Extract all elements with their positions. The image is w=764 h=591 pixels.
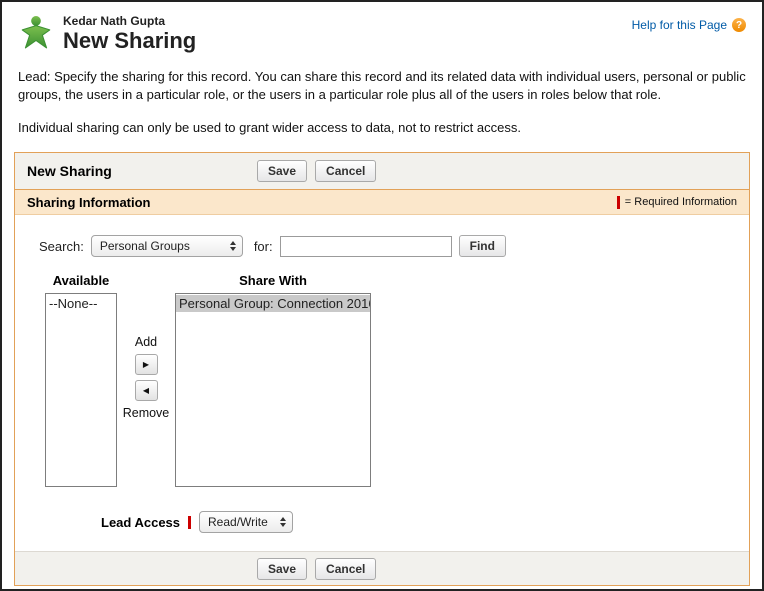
description-paragraph-1: Lead: Specify the sharing for this recor… <box>18 68 746 106</box>
required-bar-icon <box>617 196 620 209</box>
required-legend-text: = Required Information <box>625 196 737 208</box>
list-item[interactable]: --None-- <box>46 295 116 312</box>
save-button-top[interactable]: Save <box>257 160 307 182</box>
list-item-selected[interactable]: Personal Group: Connection 2016 <box>176 295 370 312</box>
remove-label: Remove <box>123 406 170 420</box>
search-label: Search: <box>39 239 84 254</box>
lead-access-selected-value: Read/Write <box>208 515 268 529</box>
help-link[interactable]: Help for this Page <box>632 18 727 32</box>
help-area: Help for this Page ? <box>632 18 746 32</box>
title-block: Kedar Nath Gupta New Sharing <box>63 14 196 54</box>
new-sharing-page: Kedar Nath Gupta New Sharing Help for th… <box>0 0 764 591</box>
panel-footer: Save Cancel <box>15 551 749 585</box>
share-with-column: Share With Personal Group: Connection 20… <box>175 273 371 487</box>
lists-row: Available --None-- Add ▶ ◀ Remove Share … <box>45 273 749 487</box>
sharing-information-section-header: Sharing Information = Required Informati… <box>15 189 749 215</box>
add-arrow-button[interactable]: ▶ <box>135 354 158 375</box>
new-sharing-panel: New Sharing Save Cancel Sharing Informat… <box>14 152 750 586</box>
sharing-person-icon <box>18 14 54 50</box>
header-button-group: Save Cancel <box>257 160 376 182</box>
search-input[interactable] <box>280 236 452 257</box>
panel-content: Search: Personal Groups for: Find Availa… <box>15 215 749 551</box>
add-label: Add <box>135 335 157 349</box>
available-listbox[interactable]: --None-- <box>45 293 117 487</box>
search-type-select[interactable]: Personal Groups <box>91 235 243 257</box>
search-type-selected-value: Personal Groups <box>100 239 190 253</box>
select-updown-icon <box>230 241 236 251</box>
page-title: New Sharing <box>63 29 196 53</box>
record-context-name: Kedar Nath Gupta <box>63 14 196 28</box>
lead-access-label: Lead Access <box>101 515 180 530</box>
add-remove-column: Add ▶ ◀ Remove <box>117 273 175 487</box>
share-with-label: Share With <box>175 273 371 288</box>
share-with-listbox[interactable]: Personal Group: Connection 2016 <box>175 293 371 487</box>
available-label: Available <box>45 273 117 288</box>
cancel-button-top[interactable]: Cancel <box>315 160 376 182</box>
select-updown-icon <box>280 517 286 527</box>
panel-header: New Sharing Save Cancel <box>15 153 749 189</box>
save-button-bottom[interactable]: Save <box>257 558 307 580</box>
search-row: Search: Personal Groups for: Find <box>39 235 749 257</box>
lead-access-select[interactable]: Read/Write <box>199 511 293 533</box>
required-legend: = Required Information <box>617 196 737 209</box>
cancel-button-bottom[interactable]: Cancel <box>315 558 376 580</box>
description-paragraph-2: Individual sharing can only be used to g… <box>18 119 746 138</box>
page-description: Lead: Specify the sharing for this recor… <box>2 58 762 139</box>
required-bar-icon <box>188 516 191 529</box>
remove-arrow-button[interactable]: ◀ <box>135 380 158 401</box>
lead-access-row: Lead Access Read/Write <box>101 511 749 533</box>
find-button[interactable]: Find <box>459 235 506 257</box>
help-question-icon[interactable]: ? <box>732 18 746 32</box>
panel-title: New Sharing <box>27 163 112 179</box>
section-title: Sharing Information <box>27 195 151 210</box>
for-label: for: <box>254 239 273 254</box>
available-column: Available --None-- <box>45 273 117 487</box>
